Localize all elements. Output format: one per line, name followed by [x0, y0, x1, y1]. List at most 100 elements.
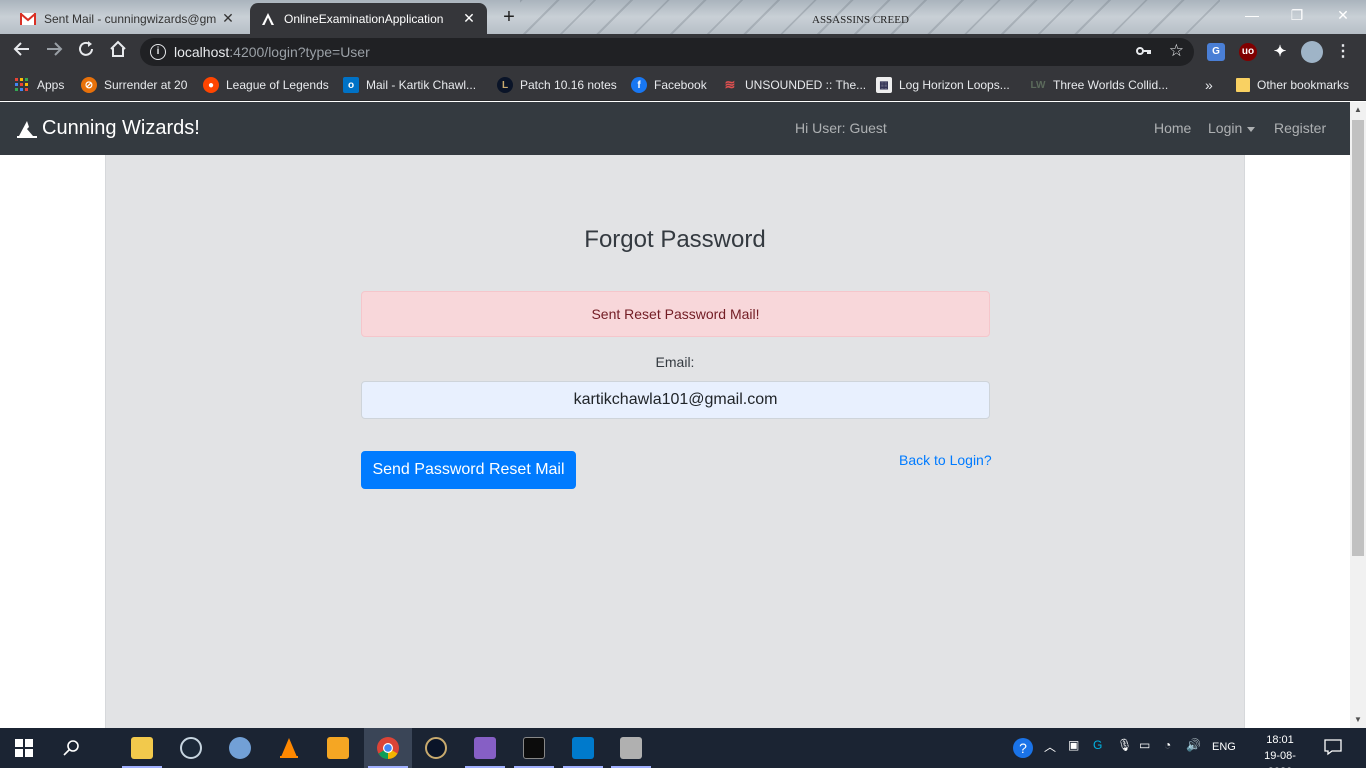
bookmark-label: Log Horizon Loops...	[899, 78, 1010, 92]
bookmark-label: Other bookmarks	[1257, 78, 1350, 92]
restore-button[interactable]: ❐	[1274, 0, 1320, 30]
theme-logo: ASSASSINS CREED	[812, 14, 909, 26]
reddit-icon: ●	[203, 77, 219, 93]
vscode-icon[interactable]	[559, 728, 607, 768]
google-translate-icon[interactable]: G	[1207, 43, 1225, 61]
page-viewport: Cunning Wizards! Hi User: Guest Home Log…	[0, 102, 1350, 728]
bookmark-mail[interactable]: o Mail - Kartik Chawl...	[343, 76, 476, 94]
new-tab-button[interactable]: +	[496, 6, 522, 28]
tab-sent-mail[interactable]: Sent Mail - cunningwizards@gm ✕	[10, 3, 246, 34]
close-icon[interactable]: ✕	[461, 10, 477, 27]
bookmark-apps[interactable]: Apps	[14, 76, 64, 94]
bookmark-label: Facebook	[654, 78, 707, 92]
bookmark-league-of-legends[interactable]: ● League of Legends	[203, 76, 329, 94]
chrome-icon[interactable]	[364, 728, 412, 768]
forgot-password-panel: Forgot Password Sent Reset Password Mail…	[105, 155, 1245, 728]
bookmark-facebook[interactable]: f Facebook	[631, 76, 707, 94]
reload-icon[interactable]	[74, 40, 98, 64]
scroll-up-arrow-icon[interactable]: ▲	[1350, 102, 1366, 118]
ublock-icon[interactable]: uo	[1239, 43, 1257, 61]
wizard-hat-icon	[17, 120, 37, 138]
bookmark-patch-notes[interactable]: L Patch 10.16 notes	[497, 76, 617, 94]
scroll-down-arrow-icon[interactable]: ▼	[1350, 712, 1366, 728]
page-title: Forgot Password	[584, 226, 766, 253]
tray-app-icon[interactable]: ▣	[1068, 738, 1079, 752]
file-explorer-icon[interactable]	[118, 728, 166, 768]
back-to-login-link[interactable]: Back to Login?	[899, 452, 992, 468]
tab-title: OnlineExaminationApplication	[284, 11, 444, 26]
bookmark-log-horizon[interactable]: ▦ Log Horizon Loops...	[876, 76, 1010, 94]
bookmark-label: League of Legends	[226, 78, 329, 92]
page-scrollbar[interactable]: ▲ ▼	[1350, 102, 1366, 728]
vlc-icon[interactable]	[265, 728, 313, 768]
close-icon[interactable]: ✕	[220, 10, 236, 27]
notifications-icon[interactable]	[1324, 738, 1342, 759]
forward-arrow-icon[interactable]	[42, 40, 66, 64]
brand-name: Cunning Wizards!	[42, 117, 200, 139]
search-icon[interactable]	[48, 728, 96, 768]
key-icon[interactable]	[1136, 43, 1152, 59]
lw-icon: LW	[1030, 79, 1046, 91]
email-label: Email:	[655, 354, 695, 370]
tools-icon[interactable]	[607, 728, 655, 768]
scrollbar-thumb[interactable]	[1352, 120, 1364, 556]
wifi-icon[interactable]: ◔	[1164, 738, 1171, 752]
minimize-button[interactable]: —	[1229, 0, 1275, 30]
address-url: localhost:4200/login?type=User	[174, 44, 370, 60]
home-icon[interactable]	[106, 40, 130, 64]
visual-studio-icon[interactable]	[461, 728, 509, 768]
menu-kebab-icon[interactable]: ⋮	[1334, 43, 1352, 61]
windows-taskbar: ? ︿ ▣ G 🎙 ▭ ◔ 🔊 ENG 18:01 19-08-2020	[0, 728, 1366, 778]
help-icon[interactable]: ?	[1012, 737, 1034, 762]
profile-avatar[interactable]	[1301, 41, 1323, 63]
window-close-button[interactable]: ✕	[1320, 0, 1366, 30]
bookmark-unsounded[interactable]: ≋ UNSOUNDED :: The...	[722, 76, 867, 94]
bookmark-label: UNSOUNDED :: The...	[745, 78, 867, 92]
logitech-icon[interactable]: G	[1093, 738, 1102, 752]
angular-icon	[260, 11, 276, 27]
facebook-icon: f	[631, 77, 647, 93]
league-client-icon[interactable]	[412, 728, 460, 768]
clock-date: 19-08-2020	[1264, 750, 1296, 778]
brand-link[interactable]: Cunning Wizards!	[16, 117, 200, 140]
microphone-icon[interactable]: 🎙	[1117, 738, 1132, 752]
start-windows-icon[interactable]	[0, 728, 48, 768]
qbittorrent-icon[interactable]	[216, 728, 264, 768]
bookmarks-bar: Apps ⊘ Surrender at 20 ● League of Legen…	[0, 70, 1366, 101]
bookmark-surrender-at-20[interactable]: ⊘ Surrender at 20	[81, 76, 187, 94]
volume-icon[interactable]: 🔊	[1186, 738, 1201, 752]
show-hidden-icons-chevron[interactable]: ︿	[1044, 738, 1056, 755]
steam-icon[interactable]	[167, 728, 215, 768]
browser-tab-strip: Sent Mail - cunningwizards@gm ✕ OnlineEx…	[0, 0, 1366, 34]
address-bar[interactable]: i localhost:4200/login?type=User ☆	[140, 38, 1194, 66]
send-reset-mail-button[interactable]: Send Password Reset Mail	[361, 451, 576, 489]
bookmark-label: Three Worlds Collid...	[1053, 78, 1169, 92]
svg-text:?: ?	[1019, 740, 1027, 756]
tab-online-exam[interactable]: OnlineExaminationApplication ✕	[250, 3, 487, 34]
caret-down-icon	[1247, 126, 1256, 132]
email-field[interactable]: kartikchawla101@gmail.com	[361, 381, 990, 419]
media-player-icon[interactable]	[314, 728, 362, 768]
nav-register[interactable]: Register	[1274, 120, 1326, 136]
apps-grid-icon	[14, 77, 30, 93]
extensions-puzzle-icon[interactable]: ✦	[1271, 43, 1289, 61]
bookmark-label: Surrender at 20	[104, 78, 188, 92]
clock-time: 18:01	[1266, 734, 1294, 746]
nav-home[interactable]: Home	[1154, 120, 1191, 136]
bookmark-star-icon[interactable]: ☆	[1169, 41, 1184, 61]
input-language[interactable]: ENG	[1212, 741, 1236, 753]
battery-icon[interactable]: ▭	[1139, 738, 1150, 752]
unsounded-icon: ≋	[724, 77, 736, 92]
bookmarks-overflow-chevron[interactable]: »	[1205, 76, 1213, 94]
bookmark-three-worlds[interactable]: LW Three Worlds Collid...	[1030, 76, 1169, 94]
bookmark-label: Apps	[37, 78, 65, 92]
app-navbar: Cunning Wizards! Hi User: Guest Home Log…	[0, 102, 1350, 155]
back-arrow-icon[interactable]	[10, 40, 34, 64]
bookmark-other-folder[interactable]: Other bookmarks	[1236, 76, 1349, 94]
nav-login-dropdown[interactable]: Login	[1208, 120, 1256, 136]
bookmark-label: Patch 10.16 notes	[520, 78, 617, 92]
site-info-icon[interactable]: i	[150, 44, 166, 60]
clock[interactable]: 18:01 19-08-2020	[1252, 732, 1308, 780]
terminal-icon[interactable]	[510, 728, 558, 768]
folder-icon	[1236, 78, 1250, 92]
